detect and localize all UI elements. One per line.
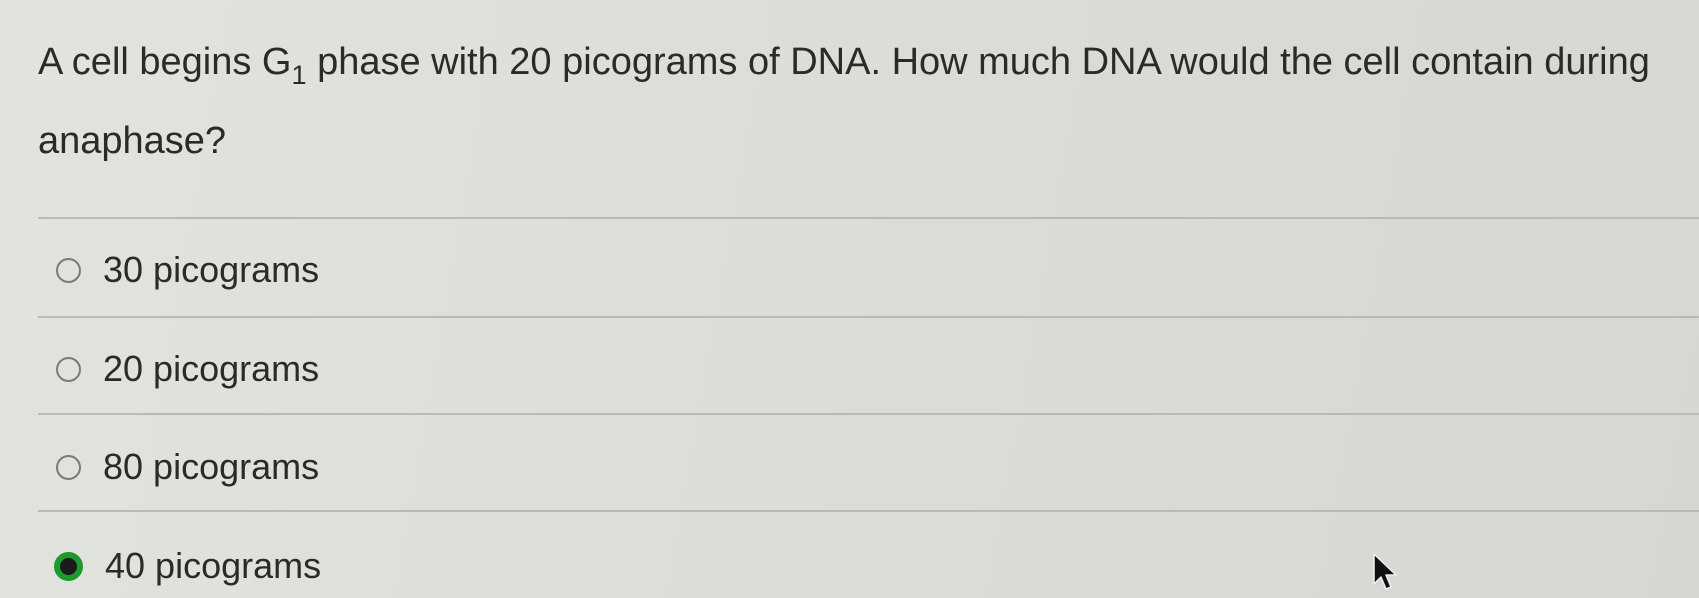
radio-button[interactable] [56, 356, 81, 382]
answer-option-80[interactable]: 80 picograms [56, 442, 319, 492]
question-prefix: A cell begins G [38, 41, 292, 83]
answer-label: 20 picograms [103, 348, 320, 389]
answer-option-40[interactable]: 40 picograms [54, 541, 322, 591]
answer-option-20[interactable]: 20 picograms [56, 344, 319, 394]
divider [38, 413, 1699, 415]
mouse-pointer-icon [1373, 553, 1397, 590]
radio-button[interactable] [56, 257, 81, 283]
radio-button[interactable] [56, 454, 81, 480]
radio-button-selected[interactable] [54, 551, 83, 581]
divider [38, 510, 1699, 512]
answer-label: 30 picograms [103, 249, 320, 290]
answer-label: 80 picograms [103, 446, 320, 487]
divider [38, 316, 1699, 318]
question-subscript: 1 [291, 60, 307, 90]
answer-option-30[interactable]: 30 picograms [56, 245, 319, 295]
divider [38, 217, 1699, 219]
question-text: A cell begins G1 phase with 20 picograms… [38, 24, 1678, 179]
answer-label: 40 picograms [105, 545, 322, 586]
